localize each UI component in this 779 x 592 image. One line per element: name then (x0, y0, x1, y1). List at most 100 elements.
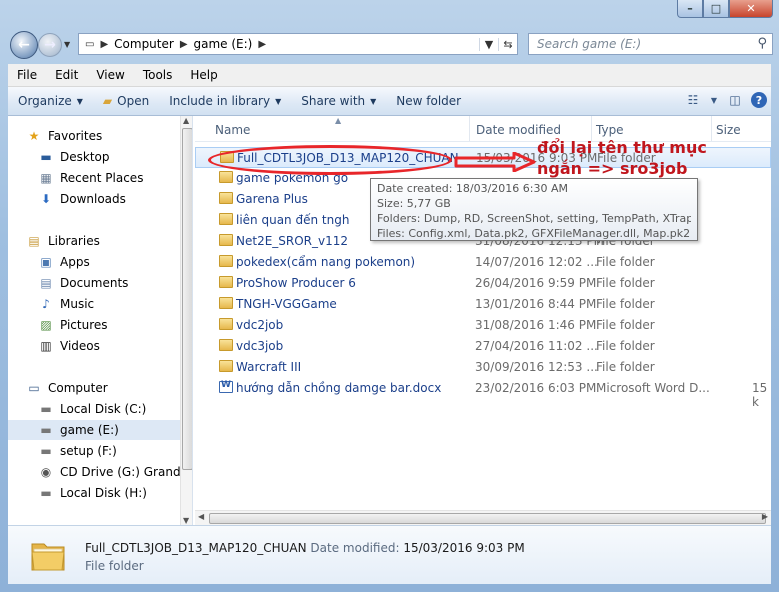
nav-label: Pictures (60, 318, 108, 332)
address-bar[interactable]: ▭ ▶ Computer ▶ game (E:) ▶ ▼ ⇆ (78, 33, 518, 55)
annotation-line-2: ngắn => sro3job (537, 159, 688, 178)
nav-pictures[interactable]: ▨ Pictures (38, 315, 108, 335)
nav-apps[interactable]: ▣ Apps (38, 252, 90, 272)
nav-label: Apps (60, 255, 90, 269)
nav-label: Recent Places (60, 171, 144, 185)
include-label: Include in library (169, 94, 271, 108)
file-row[interactable]: hướng dẫn chồng damge bar.docx 23/02/201… (195, 378, 771, 409)
file-row[interactable]: vdc2job 31/08/2016 1:46 PM File folder (195, 315, 771, 336)
file-row[interactable]: Warcraft III 30/09/2016 12:53 ... File f… (195, 357, 771, 378)
nav-scrollbar[interactable]: ▲ ▼ (180, 116, 192, 525)
tooltip-size: Size: 5,77 GB (377, 197, 451, 210)
file-date: 26/04/2016 9:59 PM (475, 276, 597, 290)
chevron-right-icon[interactable]: ▶ (180, 39, 188, 50)
tooltip-files: Files: Config.xml, Data.pk2, GFXFileMana… (377, 227, 691, 240)
column-divider[interactable] (469, 116, 470, 141)
nav-downloads[interactable]: ⬇ Downloads (38, 189, 126, 209)
help-icon[interactable]: ? (751, 92, 767, 108)
word-document-icon (219, 380, 233, 393)
include-in-library-button[interactable]: Include in library ▼ (159, 94, 291, 108)
nav-label: setup (F:) (60, 444, 117, 458)
file-row[interactable]: pokedex(cẩm nang pokemon) 14/07/2016 12:… (195, 252, 771, 273)
recent-pages-dropdown[interactable]: ▼ (64, 40, 70, 49)
explorer-window: – □ ✕ ← → ▼ ▭ ▶ Computer ▶ game (E:) ▶ ▼… (0, 0, 779, 592)
scroll-down-icon[interactable]: ▼ (183, 516, 189, 525)
nav-label: game (E:) (60, 423, 119, 437)
chevron-right-icon[interactable]: ▶ (100, 39, 108, 50)
maximize-button[interactable]: □ (703, 0, 729, 18)
nav-label: Favorites (48, 129, 103, 143)
open-button[interactable]: ▰ Open (93, 94, 159, 108)
organize-button[interactable]: Organize ▼ (8, 94, 93, 108)
nav-videos[interactable]: ▥ Videos (38, 336, 100, 356)
breadcrumb-game-e[interactable]: game (E:) (194, 37, 253, 51)
close-button[interactable]: ✕ (729, 0, 773, 18)
folder-icon (219, 171, 233, 183)
red-arrow-icon (454, 152, 536, 172)
minimize-button[interactable]: – (677, 0, 703, 18)
nav-libraries[interactable]: ▤ Libraries (26, 231, 100, 251)
menu-tools[interactable]: Tools (134, 68, 182, 82)
nav-cd-drive-g[interactable]: ◉ CD Drive (G:) Grand Th (38, 462, 192, 482)
recent-places-icon: ▦ (40, 171, 52, 185)
nav-documents[interactable]: ▤ Documents (38, 273, 128, 293)
downloads-icon: ⬇ (40, 192, 52, 206)
details-date-value: 15/03/2016 9:03 PM (403, 541, 525, 555)
horizontal-scroll-thumb[interactable] (209, 513, 766, 524)
drive-icon: ▬ (40, 444, 52, 458)
column-type[interactable]: Type (596, 123, 624, 137)
nav-desktop[interactable]: ▬ Desktop (38, 147, 109, 167)
scroll-left-icon[interactable]: ◀ (198, 512, 204, 521)
nav-label: Computer (48, 381, 108, 395)
file-type: File folder (596, 339, 655, 353)
folder-icon (219, 213, 233, 225)
search-icon[interactable]: ⚲ (757, 36, 767, 51)
windows-drive-icon: ▬ (40, 402, 52, 416)
view-dropdown-icon[interactable]: ▼ (709, 91, 719, 109)
view-options-icon[interactable]: ☷ (683, 91, 703, 109)
folder-icon (219, 318, 233, 330)
nav-local-disk-h[interactable]: ▬ Local Disk (H:) (38, 483, 147, 503)
nav-music[interactable]: ♪ Music (38, 294, 94, 314)
file-row[interactable]: vdc3job 27/04/2016 11:02 ... File folder (195, 336, 771, 357)
breadcrumb-computer[interactable]: Computer (114, 37, 174, 51)
menu-file[interactable]: File (8, 68, 46, 82)
scroll-right-icon[interactable]: ▶ (762, 512, 768, 521)
address-dropdown-icon[interactable]: ▼ (479, 37, 498, 51)
menu-help[interactable]: Help (181, 68, 226, 82)
forward-button[interactable]: → (38, 33, 62, 57)
horizontal-scrollbar[interactable]: ◀ ▶ (195, 510, 771, 525)
nav-computer[interactable]: ▭ Computer (26, 378, 108, 398)
column-size[interactable]: Size (716, 123, 741, 137)
nav-setup-f[interactable]: ▬ setup (F:) (38, 441, 117, 461)
share-with-button[interactable]: Share with ▼ (291, 94, 386, 108)
nav-favorites[interactable]: ★ Favorites (26, 126, 103, 146)
back-button[interactable]: ← (10, 31, 38, 59)
arrow-right-icon: → (44, 37, 56, 53)
computer-icon: ▭ (28, 381, 40, 395)
pictures-icon: ▨ (40, 318, 52, 332)
column-date-modified[interactable]: Date modified (476, 123, 561, 137)
column-divider[interactable] (711, 116, 712, 141)
nav-game-e[interactable]: ▬ game (E:) (8, 420, 180, 440)
chevron-down-icon: ▼ (76, 96, 83, 106)
file-row[interactable]: ProShow Producer 6 26/04/2016 9:59 PM Fi… (195, 273, 771, 294)
column-name[interactable]: Name (215, 123, 250, 137)
nav-local-disk-c[interactable]: ▬ Local Disk (C:) (38, 399, 146, 419)
music-icon: ♪ (42, 297, 50, 311)
search-input[interactable]: Search game (E:) ⚲ (528, 33, 773, 55)
refresh-icon[interactable]: ⇆ (498, 37, 517, 51)
new-folder-button[interactable]: New folder (386, 94, 471, 108)
chevron-right-icon[interactable]: ▶ (258, 39, 266, 50)
file-row[interactable]: TNGH-VGGGame 13/01/2016 8:44 PM File fol… (195, 294, 771, 315)
file-size: 15 k (752, 381, 768, 409)
apps-icon: ▣ (40, 255, 52, 269)
menu-edit[interactable]: Edit (46, 68, 87, 82)
nav-recent-places[interactable]: ▦ Recent Places (38, 168, 143, 188)
nav-scroll-thumb[interactable] (182, 128, 192, 470)
menu-view[interactable]: View (87, 68, 133, 82)
scroll-up-icon[interactable]: ▲ (183, 116, 189, 125)
folder-icon (219, 192, 233, 204)
annotation-line-1: đổi lại tên thư mục (537, 138, 707, 157)
preview-pane-icon[interactable]: ◫ (725, 91, 745, 109)
